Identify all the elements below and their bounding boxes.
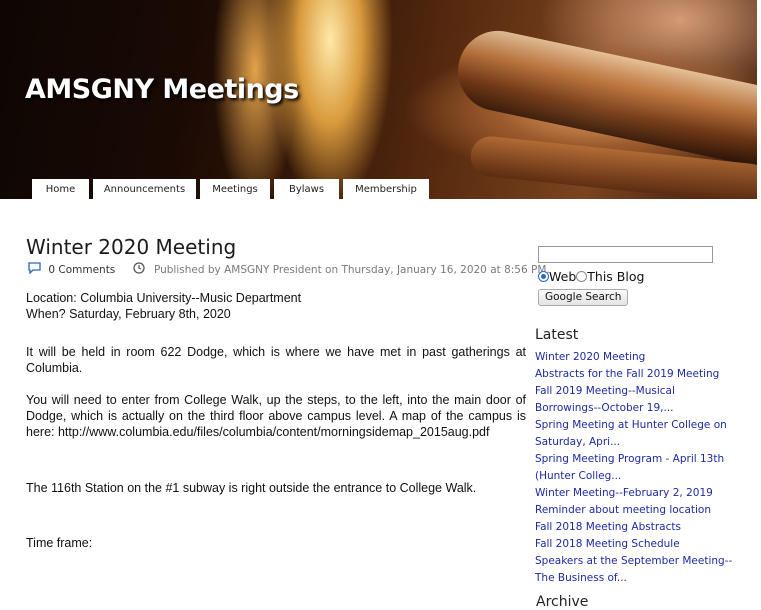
- site-title[interactable]: AMSGNY Meetings: [25, 74, 299, 105]
- nav-tab-meetings[interactable]: Meetings: [200, 179, 270, 199]
- post-body: Location: Columbia University--Music Dep…: [26, 290, 526, 551]
- radio-blog-label[interactable]: This Blog: [587, 269, 644, 284]
- directions-paragraph: You will need to enter from College Walk…: [26, 393, 526, 439]
- latest-item[interactable]: Abstracts for the Fall 2019 Meeting: [535, 366, 735, 383]
- latest-item[interactable]: Fall 2019 Meeting--Musical: [535, 383, 735, 400]
- google-search-button[interactable]: Google Search: [538, 289, 629, 306]
- latest-item[interactable]: Fall 2018 Meeting Schedule: [535, 536, 735, 553]
- latest-item[interactable]: Spring Meeting Program - April 13th: [535, 451, 735, 468]
- latest-item[interactable]: Speakers at the September Meeting--: [535, 553, 735, 570]
- radio-web[interactable]: [538, 271, 549, 282]
- latest-item[interactable]: The Business of...: [535, 570, 735, 587]
- latest-item[interactable]: (Hunter Colleg...: [535, 468, 735, 485]
- latest-item[interactable]: Fall 2018 Meeting Abstracts: [535, 519, 735, 536]
- latest-item[interactable]: Spring Meeting at Hunter College on: [535, 417, 735, 434]
- nav-tab-membership[interactable]: Membership: [343, 179, 429, 199]
- date-line: When? Saturday, February 8th, 2020: [26, 307, 231, 321]
- latest-list: Winter 2020 Meeting Abstracts for the Fal…: [535, 349, 735, 587]
- latest-item[interactable]: Borrowings--October 19,...: [535, 400, 735, 417]
- radio-web-label[interactable]: Web: [549, 269, 576, 284]
- published-info: Published by AMSGNY President on Thursda…: [153, 263, 550, 276]
- post-meta: 0 Comments Published by AMSGNY President…: [28, 262, 550, 277]
- latest-item[interactable]: Winter Meeting--February 2, 2019: [535, 485, 735, 502]
- clock-icon: [132, 262, 145, 277]
- search-scope: Web This Blog: [538, 269, 644, 284]
- search-input[interactable]: [538, 246, 713, 263]
- subway-paragraph: The 116th Station on the #1 subway is ri…: [26, 481, 477, 495]
- nav-tab-bylaws[interactable]: Bylaws: [274, 179, 339, 199]
- radio-blog[interactable]: [576, 271, 588, 282]
- room-paragraph: It will be held in room 622 Dodge, which…: [26, 345, 526, 375]
- archive-heading: Archive: [536, 594, 589, 610]
- comments-link[interactable]: 0 Comments: [48, 264, 115, 276]
- time-frame-label: Time frame:: [26, 536, 93, 550]
- latest-heading: Latest: [535, 327, 579, 343]
- latest-item[interactable]: Reminder about meeting location: [535, 502, 735, 519]
- latest-item[interactable]: Winter 2020 Meeting: [535, 349, 735, 366]
- header-banner: AMSGNY Meetings Home Announcements Meeting…: [0, 0, 757, 199]
- comment-icon[interactable]: [28, 262, 41, 277]
- nav-tab-home[interactable]: Home: [32, 179, 89, 199]
- nav-tabs: Home Announcements Meetings Bylaws Membershi…: [32, 179, 433, 199]
- nav-tab-announcements[interactable]: Announcements: [93, 179, 196, 199]
- location-line: Location: Columbia University--Music Dep…: [26, 291, 302, 305]
- post-title[interactable]: Winter 2020 Meeting: [26, 235, 236, 259]
- latest-item[interactable]: Saturday, Apri...: [535, 434, 735, 451]
